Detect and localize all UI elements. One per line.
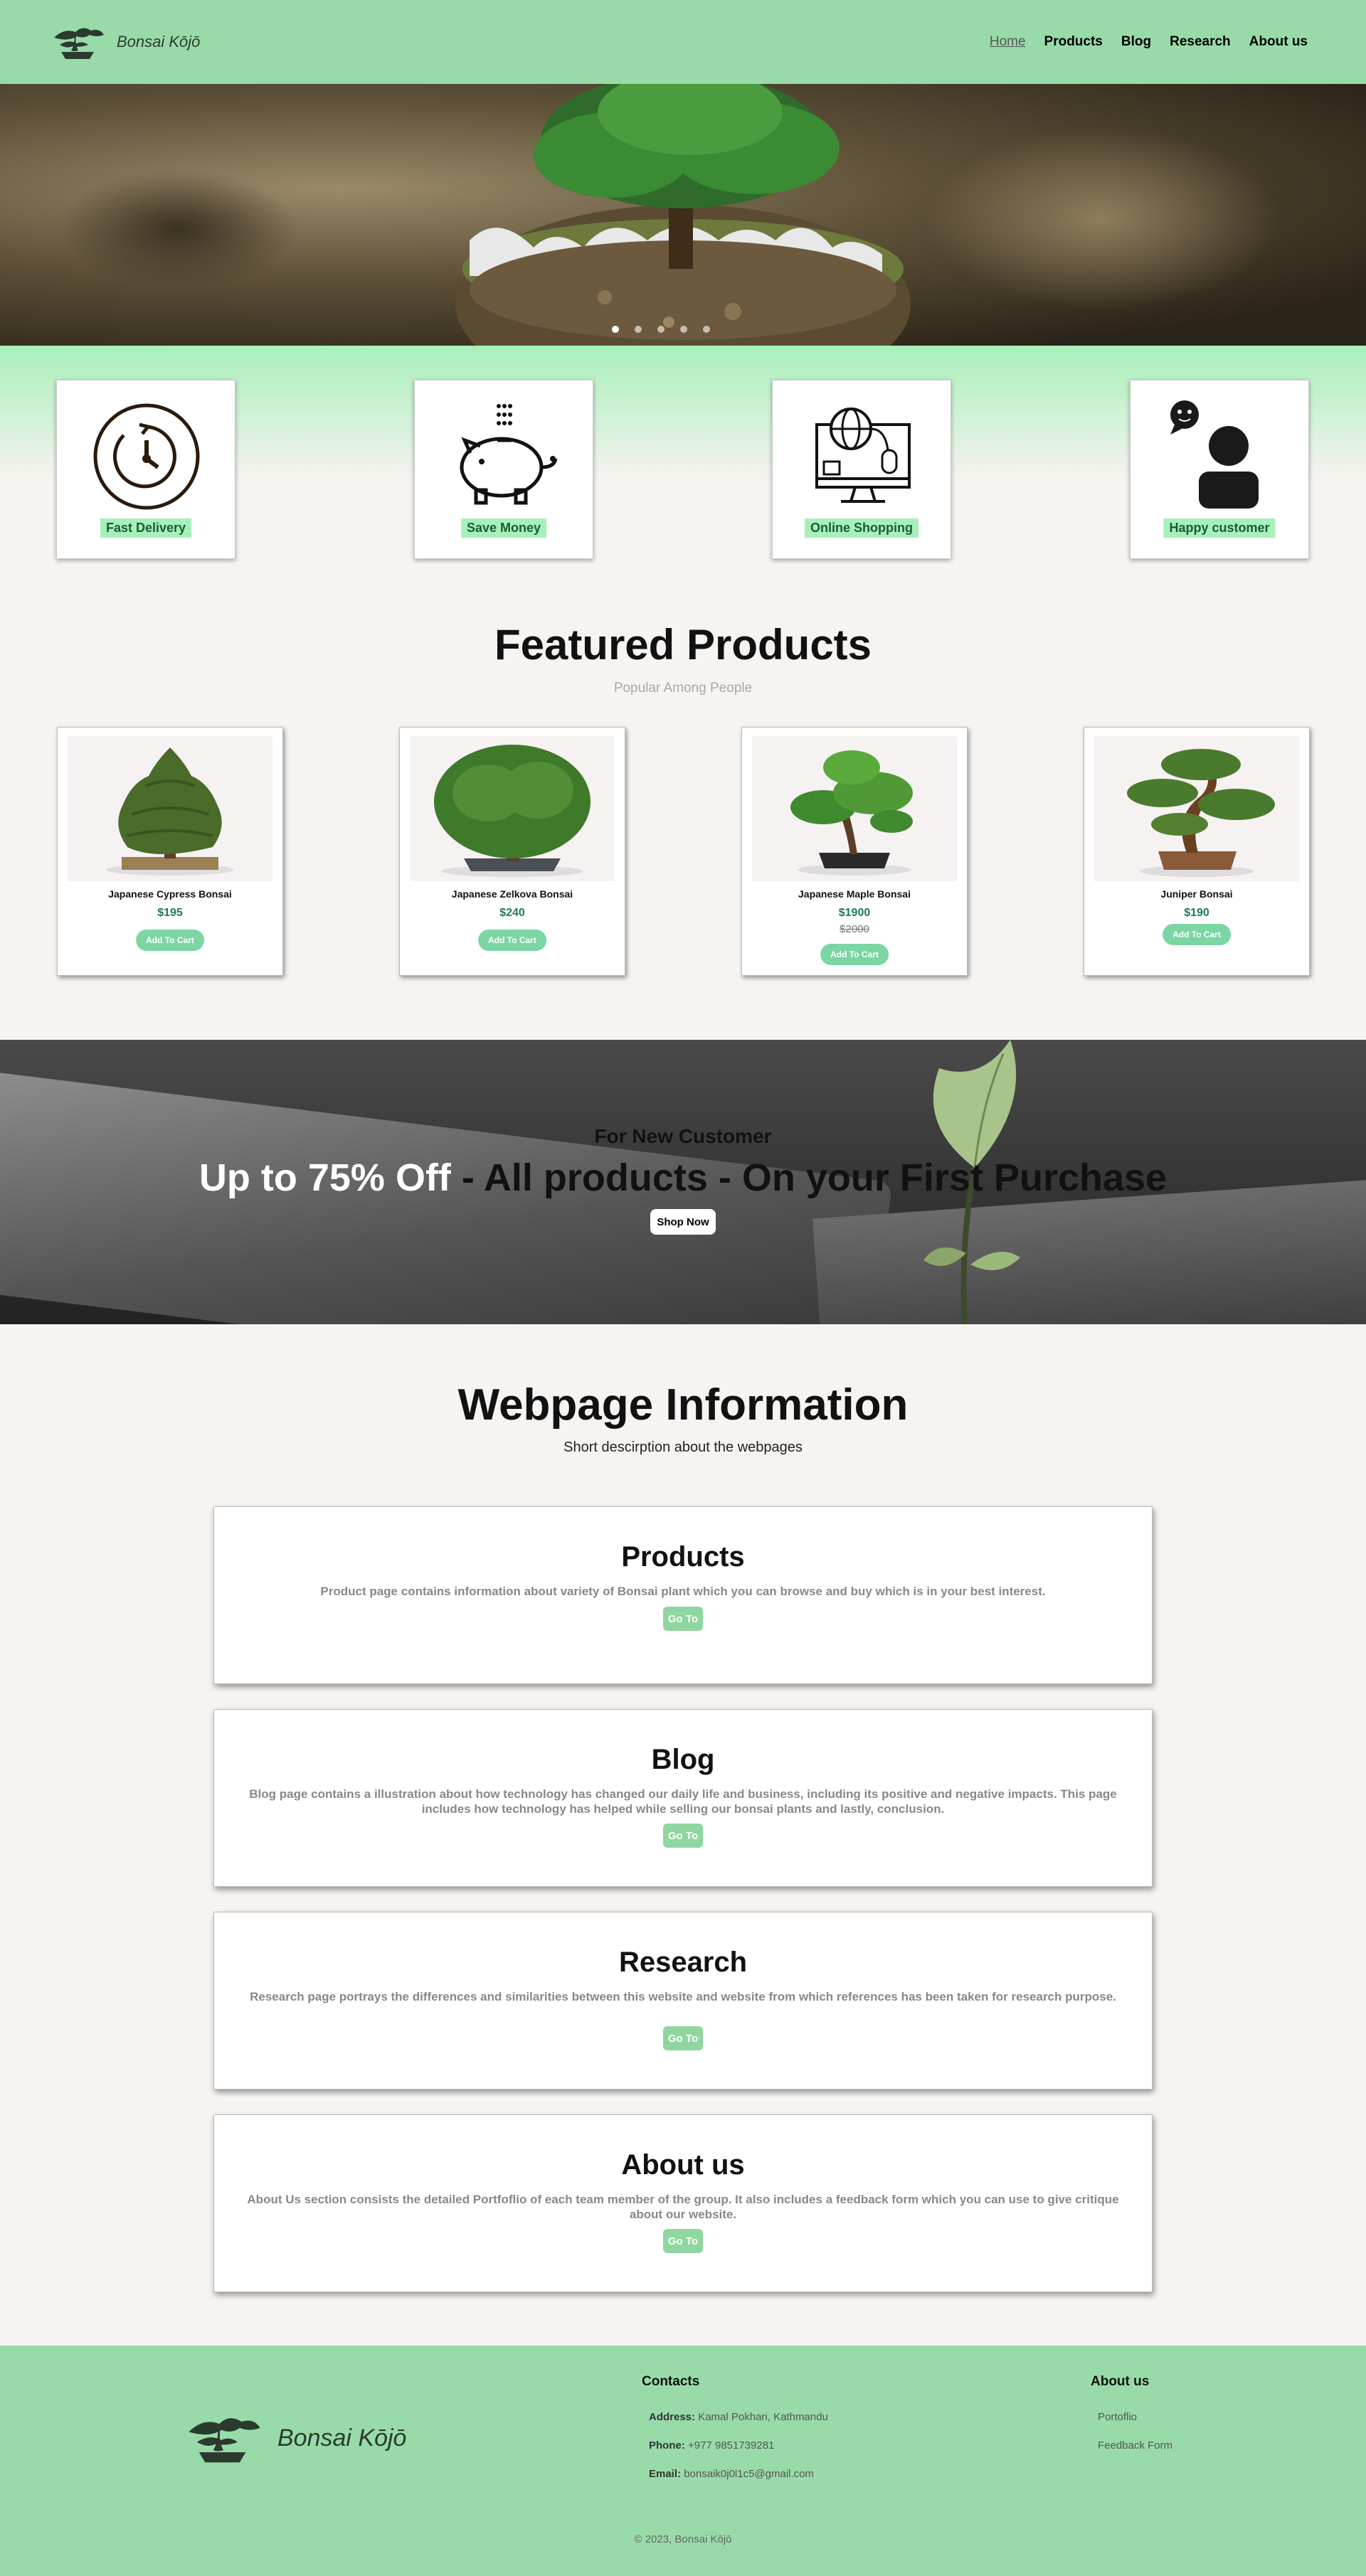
hero-bokeh xyxy=(925,127,1281,312)
clock-icon xyxy=(93,403,200,510)
go-to-about-button[interactable]: Go To xyxy=(663,2229,703,2253)
main-nav: Home Products Blog Research About us xyxy=(990,34,1308,50)
nav-products[interactable]: Products xyxy=(1044,34,1103,50)
product-image[interactable] xyxy=(410,736,615,881)
info-card-blog: Blog Blog page contains a illustration a… xyxy=(213,1709,1153,1887)
info-card-research: Research Research page portrays the diff… xyxy=(213,1912,1153,2090)
info-card-title: Research xyxy=(618,1947,748,1978)
info-title: Webpage Information xyxy=(457,1380,909,1430)
feature-card-save-money: Save Money xyxy=(414,380,593,559)
footer-link-portfolio[interactable]: Portoflio xyxy=(1098,2411,1137,2423)
info-card-text: About Us section consists the detailed P… xyxy=(247,2193,1119,2221)
info-card-text: Research page portrays the differences a… xyxy=(250,1990,1116,2003)
promo-headline-rest: - All products - On your First Purchase xyxy=(450,1156,1168,1199)
product-price: $240 xyxy=(499,907,525,919)
add-to-cart-button[interactable]: Add To Cart xyxy=(820,944,889,965)
features-section: Fast Delivery Save Money Online Shopping… xyxy=(0,346,1366,573)
info-subtitle: Short descirption about the webpages xyxy=(563,1439,803,1455)
featured-subtitle: Popular Among People xyxy=(613,681,753,696)
add-to-cart-button[interactable]: Add To Cart xyxy=(1163,924,1231,945)
add-to-cart-button[interactable]: Add To Cart xyxy=(478,930,546,951)
slider-dot[interactable] xyxy=(680,326,687,333)
product-image[interactable] xyxy=(1094,736,1299,881)
go-to-products-button[interactable]: Go To xyxy=(663,1607,703,1631)
piggy-bank-icon xyxy=(460,404,558,505)
nav-about[interactable]: About us xyxy=(1249,34,1308,50)
contacts-heading: Contacts xyxy=(642,2374,700,2389)
bonsai-logo-icon xyxy=(54,28,104,59)
add-to-cart-button[interactable]: Add To Cart xyxy=(136,930,204,951)
info-card-text: Blog page contains a illustration about … xyxy=(249,1787,1117,1816)
nav-home[interactable]: Home xyxy=(990,34,1026,50)
contact-email: Email: bonsaik0j0l1c5@gmail.com xyxy=(649,2468,814,2480)
juniper-bonsai-image xyxy=(1127,749,1275,877)
footer-link-feedback[interactable]: Feedback Form xyxy=(1098,2439,1172,2452)
maple-bonsai-image xyxy=(790,750,913,875)
slider-dot[interactable] xyxy=(635,326,642,333)
product-name: Juniper Bonsai xyxy=(1160,888,1233,900)
feature-label: Online Shopping xyxy=(805,518,918,538)
info-card-title: Blog xyxy=(651,1744,715,1775)
product-name: Japanese Cypress Bonsai xyxy=(108,888,232,900)
slider-dot[interactable] xyxy=(657,326,665,333)
product-card: Japanese Maple Bonsai $1900 $2000 Add To… xyxy=(741,727,968,976)
brand-name: Bonsai Kōjō xyxy=(117,33,201,50)
slider-dot[interactable] xyxy=(703,326,710,333)
product-price: $195 xyxy=(157,907,183,919)
nav-blog[interactable]: Blog xyxy=(1121,34,1151,50)
copyright: © 2023, Bonsai Kōjō xyxy=(634,2533,732,2545)
feature-card-online-shopping: Online Shopping xyxy=(772,380,951,559)
product-card: Japanese Cypress Bonsai $195 Add To Cart xyxy=(57,727,283,976)
slider-dots xyxy=(612,326,710,333)
contact-address: Address: Kamal Pokhari, Kathmandu xyxy=(649,2411,828,2423)
featured-title: Featured Products xyxy=(494,621,872,669)
promo-highlight: Up to 75% Off xyxy=(198,1156,451,1199)
go-to-blog-button[interactable]: Go To xyxy=(663,1824,703,1848)
promo-banner: For New Customer Up to 75% Off - All pro… xyxy=(0,1040,1366,1324)
info-card-title: Products xyxy=(621,1541,745,1572)
bonsai-logo-icon xyxy=(189,2418,260,2463)
slider-dot[interactable] xyxy=(612,326,619,333)
site-footer: Bonsai Kōjō Contacts Address: Kamal Pokh… xyxy=(0,2346,1366,2576)
hero-tree-globe-image xyxy=(455,84,911,346)
product-image[interactable] xyxy=(68,736,272,881)
go-to-research-button[interactable]: Go To xyxy=(663,2026,703,2050)
nav-research[interactable]: Research xyxy=(1170,34,1231,50)
feature-label: Save Money xyxy=(460,518,547,538)
feature-label: Happy customer xyxy=(1163,518,1276,538)
feature-label: Fast Delivery xyxy=(100,518,192,538)
info-card-text: Product page contains information about … xyxy=(320,1585,1046,1598)
cypress-bonsai-image xyxy=(106,747,234,875)
about-heading: About us xyxy=(1091,2374,1150,2389)
info-card-title: About us xyxy=(621,2149,745,2181)
footer-brand[interactable]: Bonsai Kōjō xyxy=(181,2410,406,2466)
product-price: $1900 xyxy=(838,907,871,919)
hero-slider xyxy=(0,84,1366,346)
product-old-price: $2000 xyxy=(840,923,869,935)
product-image[interactable] xyxy=(752,736,957,881)
footer-brand-name: Bonsai Kōjō xyxy=(277,2424,407,2452)
contact-phone: Phone: +977 9851739281 xyxy=(649,2439,775,2452)
feature-card-delivery: Fast Delivery xyxy=(56,380,235,559)
product-name: Japanese Zelkova Bonsai xyxy=(451,888,573,900)
computer-globe-icon xyxy=(815,408,911,503)
shop-now-button[interactable]: Shop Now xyxy=(650,1209,716,1235)
customer-icon xyxy=(1170,400,1259,509)
hero-bokeh xyxy=(57,169,299,290)
product-name: Japanese Maple Bonsai xyxy=(798,888,911,900)
brand-logo[interactable]: Bonsai Kōjō xyxy=(50,22,200,62)
zelkova-bonsai-image xyxy=(434,745,591,877)
feature-card-happy-customer: Happy customer xyxy=(1130,380,1309,559)
product-price: $190 xyxy=(1184,907,1209,919)
info-card-about: About us About Us section consists the d… xyxy=(213,2114,1153,2292)
product-card: Japanese Zelkova Bonsai $240 Add To Cart xyxy=(399,727,625,976)
info-card-products: Products Product page contains informati… xyxy=(213,1506,1153,1684)
product-card: Juniper Bonsai $190 Add To Cart xyxy=(1084,727,1310,976)
site-header: Bonsai Kōjō Home Products Blog Research … xyxy=(0,0,1366,84)
promo-headline: Up to 75% Off - All products - On your F… xyxy=(0,1156,1366,1200)
promo-pretitle: For New Customer xyxy=(594,1125,772,1147)
